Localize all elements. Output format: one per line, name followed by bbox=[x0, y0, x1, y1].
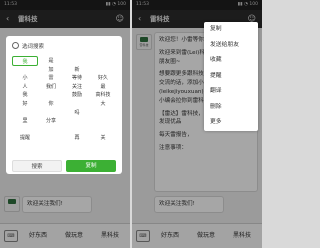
menu-item-more[interactable]: 更多 bbox=[204, 115, 258, 131]
menu-item-remind[interactable]: 提醒 bbox=[204, 69, 258, 85]
word-select-dialog: 选词搜索 我是加新小雷等待 好久人我们 关注最我鼓励 高科技好你大吗里分享 提醒再关 搜… bbox=[6, 36, 122, 174]
menu-item-copy[interactable]: 复制 bbox=[204, 22, 258, 38]
search-icon bbox=[12, 42, 19, 49]
context-menu: 复制 发送给朋友 收藏 提醒 翻译 删除 更多 bbox=[204, 22, 258, 131]
search-button[interactable]: 搜索 bbox=[12, 160, 62, 172]
dialog-header: 选词搜索 bbox=[12, 42, 44, 50]
right-phone-screen: 11:53 ▮▮ ◔ 100 ‹ 雷科技 ☺ 雷科技 欢迎您！小雷等你好久了~ … bbox=[132, 0, 262, 248]
menu-item-translate[interactable]: 翻译 bbox=[204, 84, 258, 100]
copy-button[interactable]: 复制 bbox=[66, 160, 116, 172]
menu-item-delete[interactable]: 删除 bbox=[204, 100, 258, 116]
menu-item-send-to-friend[interactable]: 发送给朋友 bbox=[204, 38, 258, 54]
menu-item-favorite[interactable]: 收藏 bbox=[204, 53, 258, 69]
left-phone-screen: 11:53 ▮▮ ◔ 100 ‹ 雷科技 ☺ 欢迎关注我们! ⌨ 好东西 做玩意… bbox=[0, 0, 130, 248]
dialog-title: 选词搜索 bbox=[22, 44, 45, 50]
